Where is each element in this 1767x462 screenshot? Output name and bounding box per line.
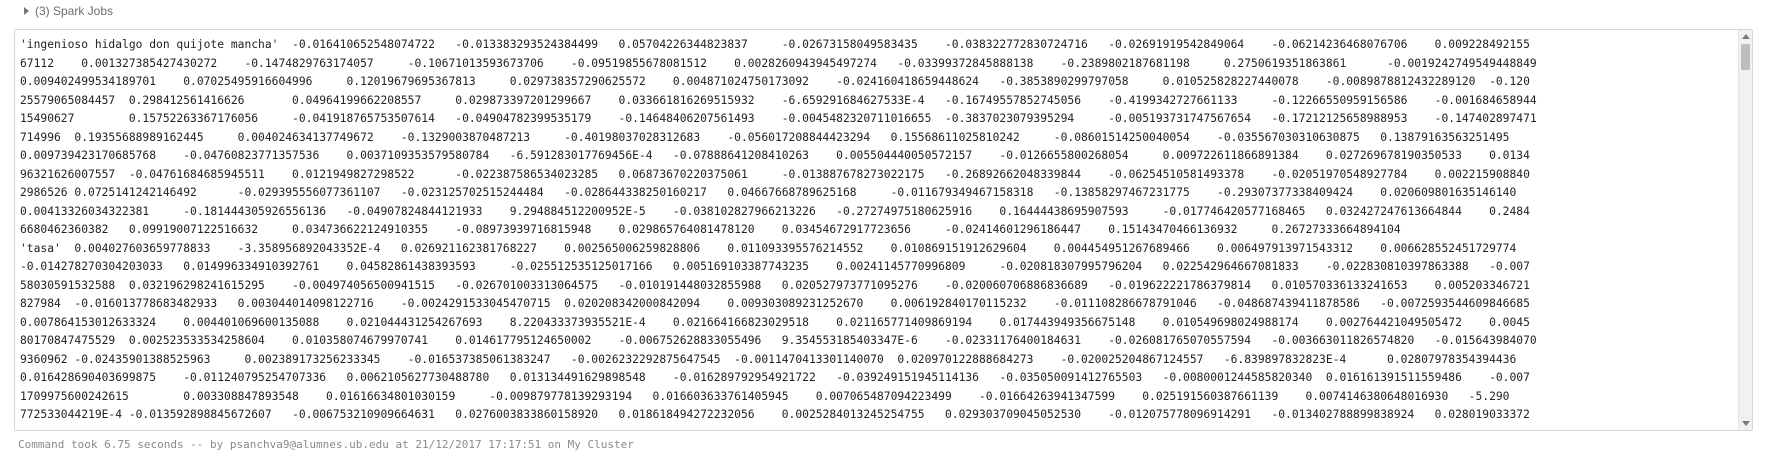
output-line: 6680462360382 0.09919007122516632 0.0347…: [20, 223, 1401, 236]
output-text: 'ingenioso hidalgo don quijote mancha' -…: [20, 36, 1736, 430]
output-line: 1709975600242615 0.003308847893548 0.016…: [20, 389, 1510, 403]
output-line: 96321626007557 -0.04761684685945511 0.01…: [20, 167, 1530, 181]
output-line: 9360962 -0.02435901388525963 0.002389173…: [20, 352, 1517, 366]
output-line: 67112 0.001327385427430272 -0.1474829763…: [20, 56, 1537, 70]
spark-jobs-label: (3) Spark Jobs: [35, 4, 114, 18]
command-status: Command took 6.75 seconds -- by psanchva…: [18, 438, 634, 451]
output-line: 827984 -0.016013778683482933 0.003044014…: [20, 297, 1530, 310]
output-line: 0.016428690403699875 -0.0112407952547073…: [20, 371, 1530, 384]
caret-right-icon: [24, 7, 29, 15]
spark-jobs-toggle[interactable]: (3) Spark Jobs: [24, 2, 113, 20]
scroll-thumb[interactable]: [1741, 44, 1750, 70]
output-line: 15490627 0.15752263367176056 -0.04191876…: [20, 112, 1537, 125]
output-line: 'ingenioso hidalgo don quijote mancha' -…: [20, 38, 1530, 51]
output-line: 0.009402499534189701 0.07025495916604996…: [20, 75, 1530, 88]
output-line: 25579065084457 0.298412561416626 0.04964…: [20, 93, 1537, 107]
output-line: 714996 0.19355688989162445 0.00402463413…: [20, 130, 1510, 144]
output-line: 0.007864153012633324 0.00440106960013508…: [20, 315, 1530, 329]
output-line: 772533044219E-4 -0.013592898845672607 -0…: [20, 408, 1530, 421]
output-line: -0.014278270304203033 0.0149963349103927…: [20, 260, 1530, 273]
output-line: 2986526 0.0725141242146492 -0.0293955560…: [20, 186, 1517, 199]
scroll-up-icon[interactable]: [1742, 34, 1750, 39]
output-line: 0.009739423170685768 -0.0476082377135753…: [20, 149, 1530, 162]
scroll-down-icon[interactable]: [1742, 421, 1750, 426]
output-line: 80170847475529 0.002523533534258604 0.01…: [20, 334, 1537, 347]
output-line: 58030591532588 0.032196298241615295 -0.0…: [20, 278, 1530, 292]
command-output[interactable]: 'ingenioso hidalgo don quijote mancha' -…: [14, 29, 1753, 431]
vertical-scrollbar[interactable]: [1738, 30, 1752, 430]
output-line: 'tasa' 0.004027603659778833 -3.358956892…: [20, 241, 1517, 255]
output-line: 0.00413326034322381 -0.18144430592655613…: [20, 204, 1530, 218]
